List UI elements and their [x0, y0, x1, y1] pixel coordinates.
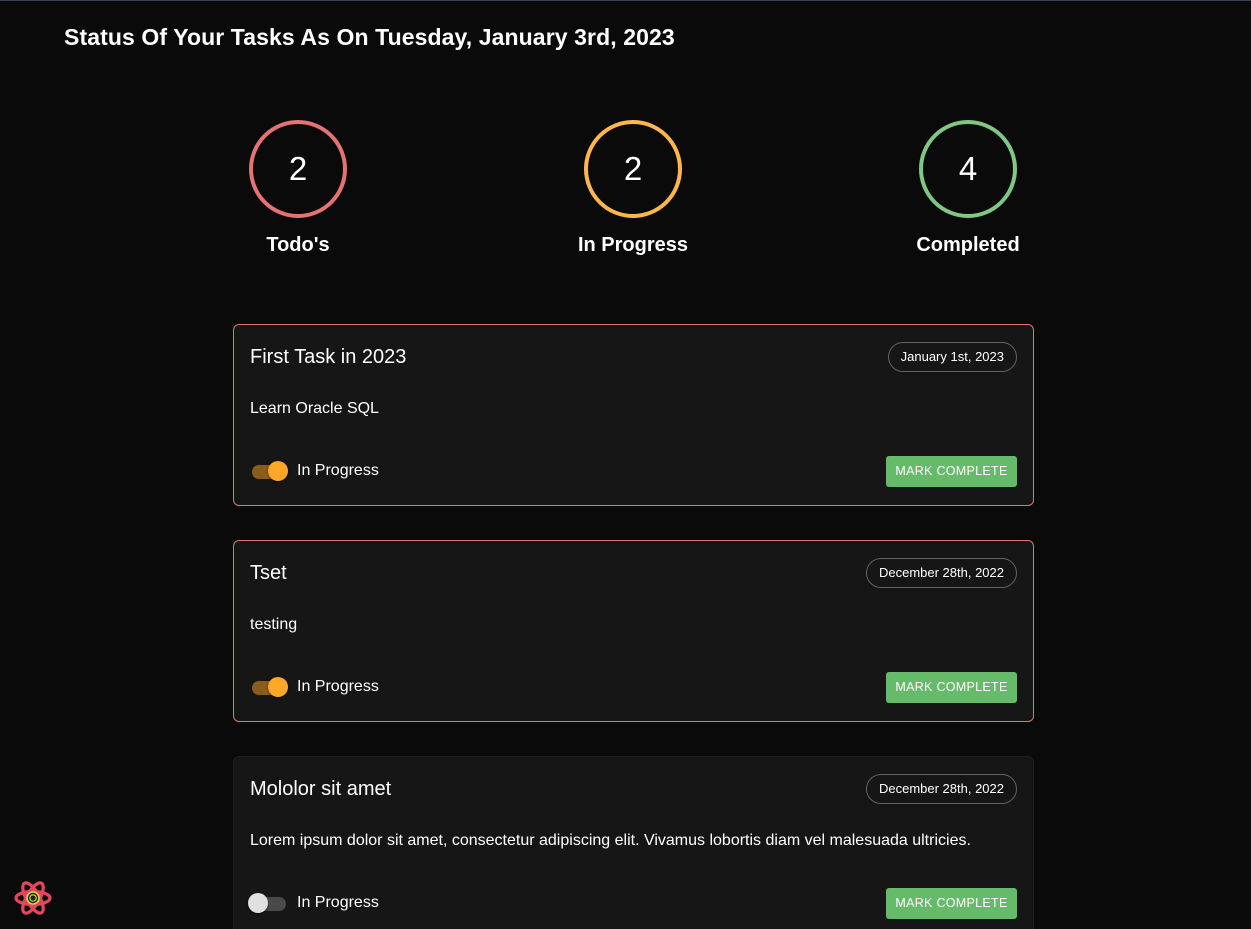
task-date-chip: December 28th, 2022 [865, 558, 1017, 588]
todos-label: Todo's [266, 234, 330, 256]
task-card: Mololor sit amet December 28th, 2022 Lor… [233, 756, 1034, 929]
task-card: First Task in 2023 January 1st, 2023 Lea… [233, 324, 1034, 506]
task-title: First Task in 2023 [250, 346, 407, 368]
task-title: Mololor sit amet [250, 778, 392, 800]
page-title: Status Of Your Tasks As On Tuesday, Janu… [64, 24, 675, 50]
task-description: Learn Oracle SQL [250, 400, 379, 417]
todos-count-ring: 2 [249, 120, 347, 218]
stat-todos: 2 Todo's [198, 120, 398, 257]
stat-in-progress: 2 In Progress [533, 120, 733, 257]
in-progress-label: In Progress [577, 234, 689, 256]
mark-complete-button[interactable]: MARK COMPLETE [886, 456, 1017, 487]
stat-completed: 4 Completed [868, 120, 1068, 257]
toggle-thumb [268, 461, 288, 481]
mark-complete-button[interactable]: MARK COMPLETE [886, 672, 1017, 703]
in-progress-toggle[interactable] [250, 677, 288, 697]
task-description: Lorem ipsum dolor sit amet, consectetur … [250, 832, 971, 849]
react-devtools-icon[interactable] [14, 879, 52, 917]
completed-count-ring: 4 [919, 120, 1017, 218]
task-date-chip: December 28th, 2022 [865, 774, 1017, 804]
in-progress-toggle[interactable] [250, 461, 288, 481]
toggle-label: In Progress [297, 678, 379, 695]
task-title: Tset [250, 562, 287, 584]
completed-label: Completed [916, 234, 1020, 256]
in-progress-count-ring: 2 [584, 120, 682, 218]
toggle-label: In Progress [297, 462, 379, 479]
mark-complete-button[interactable]: MARK COMPLETE [886, 888, 1017, 919]
task-description: testing [250, 616, 298, 633]
react-atom-icon [14, 881, 52, 915]
toggle-thumb [268, 677, 288, 697]
task-date-chip: January 1st, 2023 [887, 342, 1017, 372]
toggle-label: In Progress [297, 894, 379, 911]
task-card: Tset December 28th, 2022 testing In Prog… [233, 540, 1034, 722]
toggle-thumb [248, 893, 268, 913]
in-progress-toggle[interactable] [248, 893, 288, 913]
top-divider [0, 0, 1251, 1]
status-summary: 2 Todo's 2 In Progress 4 Completed [0, 120, 1251, 270]
